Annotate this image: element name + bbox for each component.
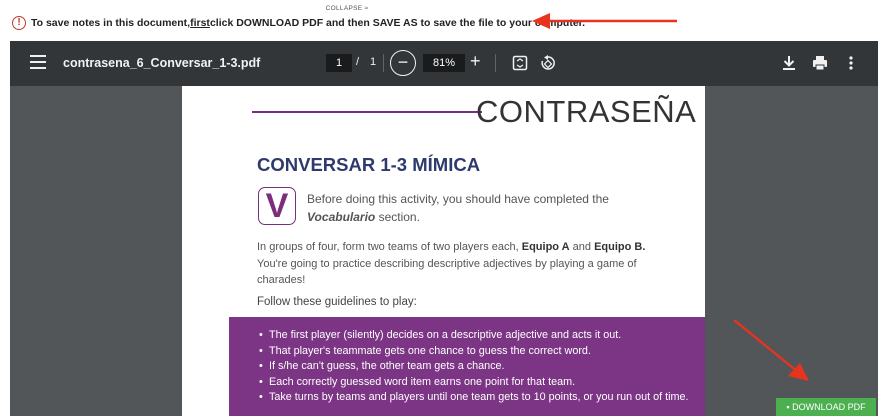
zoom-out-button[interactable]: − <box>390 50 416 76</box>
menu-icon[interactable] <box>30 55 46 71</box>
save-notice: ! To save notes in this document, first … <box>12 14 585 32</box>
pdf-viewer: contrasena_6_Conversar_1-3.pdf / 1 − + <box>10 41 878 416</box>
rules-list: The first player (silently) decides on a… <box>259 328 705 406</box>
pdf-toolbar: contrasena_6_Conversar_1-3.pdf / 1 − + <box>10 41 878 86</box>
rule-item: If s/he can't guess, the other team gets… <box>259 359 705 375</box>
intro-vocab: Vocabulario <box>307 210 376 224</box>
file-name: contrasena_6_Conversar_1-3.pdf <box>63 56 261 70</box>
print-icon[interactable] <box>812 55 828 71</box>
rule-item: Take turns by teams and players until on… <box>259 390 705 406</box>
rule-item: Each correctly guessed word item earns o… <box>259 375 705 391</box>
guidelines-heading: Follow these guidelines to play: <box>257 296 417 308</box>
intro-suffix: section. <box>375 210 420 224</box>
more-options-icon[interactable] <box>848 55 854 71</box>
brand-rule <box>252 111 482 113</box>
file-icon: ▪ <box>786 402 790 412</box>
activity-title: CONVERSAR 1-3 MÍMICA <box>257 154 481 175</box>
team-b: Equipo B. <box>594 241 646 253</box>
rule-item: The first player (silently) decides on a… <box>259 328 705 344</box>
page-number-input[interactable] <box>326 54 352 72</box>
instructions-paragraph: In groups of four, form two teams of two… <box>257 239 677 289</box>
rule-item: That player's teammate gets one chance t… <box>259 344 705 360</box>
vocabulary-icon: V <box>258 187 296 225</box>
notice-suffix: click DOWNLOAD PDF and then SAVE AS to s… <box>209 17 586 29</box>
zoom-input[interactable] <box>423 54 465 72</box>
para-text-1: In groups of four, form two teams of two… <box>257 241 522 253</box>
page-separator: / <box>356 56 360 68</box>
fit-page-icon[interactable] <box>512 55 528 71</box>
toolbar-divider <box>495 54 496 72</box>
download-icon[interactable] <box>782 55 796 71</box>
rotate-icon[interactable] <box>540 55 556 71</box>
page-total: 1 <box>370 56 377 68</box>
team-a: Equipo A <box>521 241 570 253</box>
rules-box: The first player (silently) decides on a… <box>229 317 705 416</box>
para-text-2: You're going to practice describing desc… <box>257 257 637 287</box>
download-pdf-button[interactable]: ▪ DOWNLOAD PDF <box>776 398 876 416</box>
intro-line1: Before doing this activity, you should h… <box>307 192 609 206</box>
notice-prefix: To save notes in this document, <box>31 17 191 29</box>
toolbar-divider <box>383 54 384 72</box>
pdf-page: CONTRASEÑA CONVERSAR 1-3 MÍMICA V Before… <box>182 86 705 416</box>
zoom-in-button[interactable]: + <box>470 51 481 72</box>
brand-logo: CONTRASEÑA <box>476 94 697 129</box>
notice-emphasis: first <box>190 17 210 29</box>
download-pdf-label: DOWNLOAD PDF <box>792 402 866 412</box>
intro-text: Before doing this activity, you should h… <box>307 190 667 226</box>
para-and: and <box>569 241 595 253</box>
warning-icon: ! <box>12 16 26 30</box>
